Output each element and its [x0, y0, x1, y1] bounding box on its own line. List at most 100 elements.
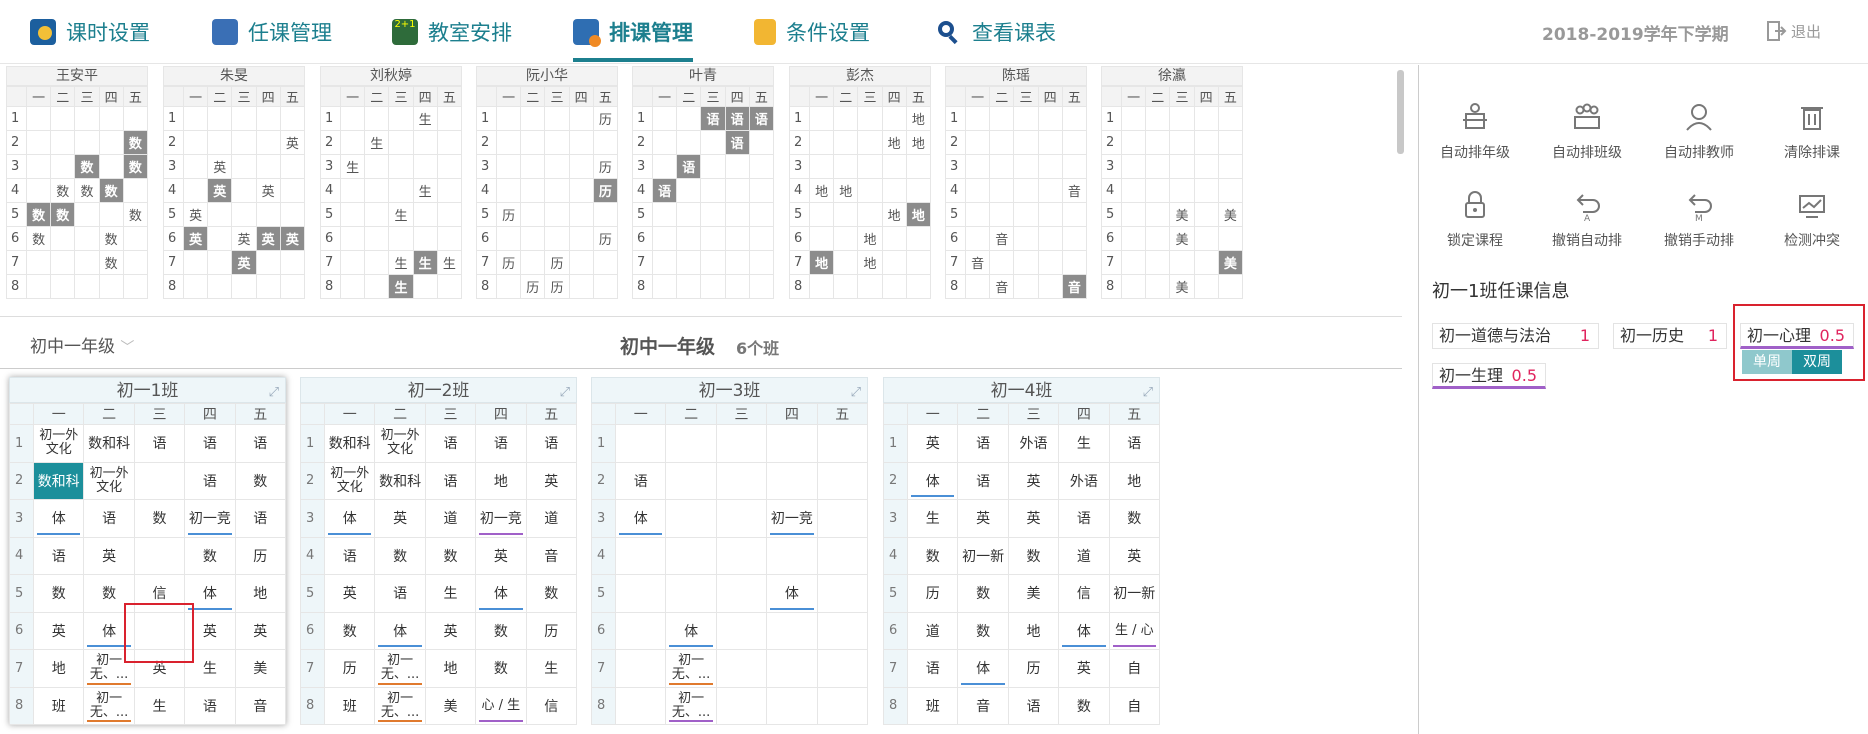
class-slot[interactable]: 美: [1007, 574, 1060, 613]
teacher-slot[interactable]: [50, 130, 76, 155]
class-slot[interactable]: 自: [1108, 686, 1161, 725]
class-slot[interactable]: 道: [424, 499, 477, 538]
teacher-slot[interactable]: [1145, 130, 1171, 155]
class-slot[interactable]: 数: [32, 574, 85, 613]
class-slot[interactable]: [816, 536, 869, 575]
teacher-slot[interactable]: 音: [989, 226, 1015, 251]
teacher-slot[interactable]: [279, 250, 306, 275]
teacher-slot[interactable]: [1013, 178, 1039, 203]
teacher-slot[interactable]: [231, 178, 257, 203]
class-slot[interactable]: 语: [475, 424, 527, 463]
tool-monitor-button[interactable]: 检测冲突: [1757, 188, 1867, 250]
class-slot[interactable]: 班: [906, 686, 959, 725]
class-timetable[interactable]: 初一2班 ⤢ 一二三四五 1 数和科 初一外文化语语语 2 初一外文化 数和科语地英 3 体英道初一…: [300, 377, 578, 725]
teacher-slot[interactable]: [1193, 106, 1219, 131]
class-slot[interactable]: 数和科: [323, 424, 376, 463]
teacher-slot[interactable]: [255, 250, 281, 275]
teacher-slot[interactable]: [724, 178, 750, 203]
teacher-slot[interactable]: 数: [74, 154, 100, 179]
teacher-slot[interactable]: 数: [50, 178, 76, 203]
teacher-slot[interactable]: [676, 106, 702, 131]
class-slot[interactable]: 英: [1007, 499, 1060, 538]
nav-teaching-mgmt[interactable]: 任课管理: [212, 0, 332, 64]
class-timetable[interactable]: 初一4班 ⤢ 一二三四五 1 英语外语生语 2 体语英外语地 3 生英英语数 4 数初一新数道英 5 历…: [883, 377, 1161, 725]
teacher-slot[interactable]: [676, 202, 702, 227]
teacher-slot[interactable]: 美: [1169, 274, 1195, 299]
teacher-slot[interactable]: [808, 274, 835, 299]
class-slot[interactable]: 英: [957, 499, 1009, 538]
teacher-slot[interactable]: [122, 178, 149, 203]
teacher-slot[interactable]: [833, 154, 859, 179]
class-slot[interactable]: 初一无、...: [374, 649, 426, 688]
class-slot[interactable]: 体: [906, 461, 959, 500]
teacher-slot[interactable]: [748, 226, 775, 251]
teacher-slot[interactable]: [182, 130, 209, 155]
class-slot[interactable]: 英: [374, 499, 426, 538]
class-slot[interactable]: 语: [957, 424, 1009, 463]
teacher-slot[interactable]: [544, 202, 570, 227]
class-slot[interactable]: [715, 461, 768, 500]
teacher-slot[interactable]: [182, 154, 209, 179]
class-slot[interactable]: 生: [1058, 424, 1110, 463]
teacher-slot[interactable]: [700, 250, 726, 275]
teacher-slot[interactable]: 语: [700, 106, 726, 131]
class-slot[interactable]: 心 / 生: [475, 686, 527, 725]
teacher-slot[interactable]: [74, 106, 100, 131]
teacher-slot[interactable]: [207, 106, 233, 131]
class-slot[interactable]: 音: [525, 536, 578, 575]
class-slot[interactable]: 地: [1108, 461, 1161, 500]
class-slot[interactable]: 生: [906, 499, 959, 538]
teacher-slot[interactable]: 英: [255, 178, 281, 203]
class-slot[interactable]: 生 / 心: [1108, 611, 1161, 650]
teacher-slot[interactable]: 生: [388, 250, 414, 275]
teacher-slot[interactable]: [74, 130, 100, 155]
class-slot[interactable]: 初一无、...: [665, 686, 717, 725]
class-slot[interactable]: [766, 424, 818, 463]
teacher-slot[interactable]: [544, 226, 570, 251]
class-slot[interactable]: 地: [234, 574, 287, 613]
class-slot[interactable]: 初一竞: [475, 499, 527, 538]
teacher-slot[interactable]: [98, 274, 124, 299]
teacher-slot[interactable]: [231, 274, 257, 299]
class-slot[interactable]: 数和科: [374, 461, 426, 500]
teacher-slot[interactable]: 数: [98, 178, 124, 203]
teacher-slot[interactable]: [676, 226, 702, 251]
teacher-slot[interactable]: [255, 154, 281, 179]
teacher-slot[interactable]: [748, 202, 775, 227]
teacher-slot[interactable]: [436, 226, 463, 251]
class-slot[interactable]: 音: [957, 686, 1009, 725]
class-slot[interactable]: [816, 574, 869, 613]
expand-icon[interactable]: ⤢: [560, 380, 570, 406]
teacher-slot[interactable]: [207, 250, 233, 275]
teacher-slot[interactable]: [651, 106, 678, 131]
class-slot[interactable]: 数: [1108, 499, 1161, 538]
teacher-slot[interactable]: [1193, 154, 1219, 179]
teacher-slot[interactable]: [651, 226, 678, 251]
teacher-slot[interactable]: 英: [231, 250, 257, 275]
teacher-slot[interactable]: [388, 154, 414, 179]
teacher-slot[interactable]: [1061, 250, 1088, 275]
teacher-slot[interactable]: [364, 106, 390, 131]
class-slot[interactable]: [665, 574, 717, 613]
teacher-slot[interactable]: [1120, 274, 1147, 299]
teacher-slot[interactable]: [748, 250, 775, 275]
teacher-slot[interactable]: [1145, 202, 1171, 227]
class-timetable[interactable]: 初一1班 ⤢ 一二三四五 1 初一外文化 数和科语语语 2 数和科 初一外文化语数 3 体语数初一竞…: [9, 377, 287, 725]
teacher-slot[interactable]: 地: [808, 178, 835, 203]
class-timetable[interactable]: 初一3班 ⤢ 一二三四五 1 2 语 3 体初一竞 4 5 体 6 体 7 初一无、... 8 初一无、...: [591, 377, 869, 725]
class-slot[interactable]: 道: [1058, 536, 1110, 575]
class-slot[interactable]: 数: [906, 536, 959, 575]
teacher-slot[interactable]: [1037, 226, 1063, 251]
class-slot[interactable]: 英: [1007, 461, 1060, 500]
teacher-slot[interactable]: [364, 274, 390, 299]
class-slot[interactable]: 初一竞: [184, 499, 236, 538]
logout-button[interactable]: 退出: [1765, 20, 1821, 42]
teacher-slot[interactable]: [700, 178, 726, 203]
teacher-slot[interactable]: 美: [1217, 202, 1244, 227]
teacher-slot[interactable]: 历: [495, 250, 522, 275]
teacher-slot[interactable]: [748, 130, 775, 155]
teacher-slot[interactable]: [651, 154, 678, 179]
class-slot[interactable]: 生: [525, 649, 578, 688]
class-slot[interactable]: [715, 686, 768, 725]
teacher-slot[interactable]: [339, 250, 366, 275]
